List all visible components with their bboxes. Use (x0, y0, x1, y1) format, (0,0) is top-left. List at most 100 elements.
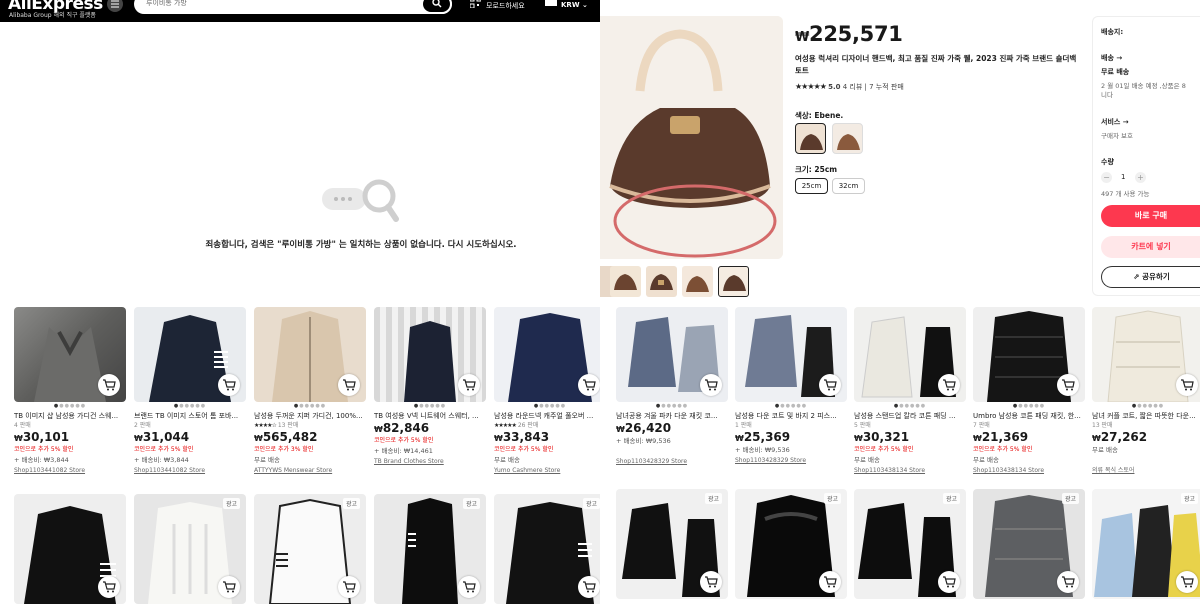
product-image[interactable] (735, 307, 847, 402)
product-card[interactable]: ●●●●●● 남성용 다운 코트 및 바지 2 피스... 1 판매 ₩25,3… (735, 307, 847, 465)
review-count[interactable]: 4 리뷰 (843, 83, 863, 91)
store-link[interactable]: TB Brand Clothes Store (374, 457, 486, 466)
product-card[interactable]: ●●●●●● 남성용 스탠드업 칼라 코튼 패딩 ... 5 판매 ₩30,32… (854, 307, 966, 475)
product-image[interactable]: 광고 (254, 494, 366, 604)
product-card[interactable]: 광고 (735, 489, 847, 599)
ship-to-label[interactable]: 배송지: (1101, 27, 1123, 37)
product-image[interactable] (254, 307, 366, 402)
add-to-cart-icon[interactable] (938, 374, 960, 396)
product-title[interactable]: 남성용 라운드넥 캐주얼 풀오버 ... (494, 411, 600, 421)
product-image[interactable]: 광고 (374, 494, 486, 604)
share-button[interactable]: ⇗ 공유하기 (1101, 266, 1200, 288)
search-input[interactable]: 루이비통 가방 (134, 0, 452, 14)
product-card[interactable]: 광고 (616, 489, 728, 599)
add-to-cart-icon[interactable] (819, 374, 841, 396)
product-card[interactable]: ●●●●●● 브랜드 TB 이미지 스토어 톰 포바... 2 판매 ₩31,0… (134, 307, 246, 475)
add-to-cart-icon[interactable] (218, 576, 240, 598)
product-image[interactable] (134, 307, 246, 402)
store-link[interactable]: Shop1103438134 Store (973, 466, 1085, 475)
product-card[interactable]: ●●●●●● 남성용 두꺼운 지퍼 가디건, 100%... ★★★★☆ 13 … (254, 307, 366, 475)
product-card[interactable]: 광고 (1092, 489, 1200, 599)
product-card[interactable]: ●●●●●● 남녀공용 겨울 파카 다운 재킷 코... ₩26,420 + 배… (616, 307, 728, 466)
add-to-cart-icon[interactable] (578, 576, 600, 598)
image-pager[interactable]: ●●●●●● (616, 402, 728, 411)
image-pager[interactable]: ●●●●●● (854, 402, 966, 411)
product-image[interactable] (616, 307, 728, 402)
product-image[interactable]: 광고 (494, 494, 600, 604)
quantity-decrease-button[interactable]: − (1101, 172, 1112, 183)
add-to-cart-icon[interactable] (700, 571, 722, 593)
add-to-cart-icon[interactable] (338, 374, 360, 396)
product-image[interactable]: 광고 (973, 489, 1085, 599)
image-pager[interactable]: ●●●●●● (254, 402, 366, 411)
product-title[interactable]: 남성용 두꺼운 지퍼 가디건, 100%... (254, 411, 366, 421)
thumbnail[interactable] (610, 266, 641, 297)
add-to-cart-icon[interactable] (1176, 571, 1198, 593)
shipping-link[interactable]: 배송 → (1101, 53, 1122, 63)
service-link[interactable]: 서비스 → (1101, 117, 1129, 127)
store-link[interactable]: Shop1103428329 Store (735, 456, 847, 465)
product-card[interactable]: 광고 (134, 494, 246, 604)
add-to-cart-icon[interactable] (1057, 374, 1079, 396)
store-link[interactable]: Shop1103428329 Store (616, 457, 728, 466)
product-card[interactable]: 광고 (494, 494, 600, 604)
add-to-cart-icon[interactable] (938, 571, 960, 593)
image-pager[interactable]: ●●●●●● (973, 402, 1085, 411)
product-card[interactable]: ●●●●●● TB 여성용 V넥 니트웨어 스웨터, ... ₩82,846 코… (374, 307, 486, 466)
product-image[interactable] (374, 307, 486, 402)
color-swatch[interactable] (832, 123, 863, 154)
product-card[interactable]: ●●●●●● 남성용 라운드넥 캐주얼 풀오버 ... ★★★★★ 26 판매 … (494, 307, 600, 475)
korea-flag-icon[interactable] (545, 0, 557, 6)
qr-code-icon[interactable] (470, 0, 481, 8)
product-image[interactable]: 광고 (616, 489, 728, 599)
size-option-selected[interactable]: 25cm (795, 178, 828, 194)
store-link[interactable]: Shop1103438134 Store (854, 466, 966, 475)
product-title[interactable]: 남녀공용 겨울 파카 다운 재킷 코... (616, 411, 728, 421)
product-image[interactable]: 광고 (735, 489, 847, 599)
product-title[interactable]: 남성용 다운 코트 및 바지 2 피스... (735, 411, 847, 421)
size-option[interactable]: 32cm (832, 178, 865, 194)
image-pager[interactable]: ●●●●●● (134, 402, 246, 411)
add-to-cart-icon[interactable] (700, 374, 722, 396)
currency-selector[interactable]: KRW ⌄ (561, 1, 588, 9)
buy-now-button[interactable]: 바로 구매 (1101, 205, 1200, 227)
product-title[interactable]: 남성용 스탠드업 칼라 코튼 패딩 ... (854, 411, 966, 421)
product-image[interactable]: 광고 (134, 494, 246, 604)
product-card[interactable]: 광고 (854, 489, 966, 599)
add-to-cart-icon[interactable] (458, 576, 480, 598)
product-image[interactable] (494, 307, 600, 402)
store-link[interactable]: Yumo Cashmere Store (494, 466, 600, 475)
store-link[interactable]: 의류 복식 스토어 (1092, 466, 1200, 475)
product-image[interactable] (973, 307, 1085, 402)
store-link[interactable]: Shop1103441082 Store (134, 466, 246, 475)
image-pager[interactable]: ●●●●●● (374, 402, 486, 411)
product-title[interactable]: 브랜드 TB 이미지 스토어 톰 포바... (134, 411, 246, 421)
store-link[interactable]: Shop1103441082 Store (14, 466, 126, 475)
add-to-cart-icon[interactable] (98, 374, 120, 396)
add-to-cart-icon[interactable] (98, 576, 120, 598)
product-title[interactable]: 남녀 커플 코트, 짧은 따뜻한 다운... (1092, 411, 1200, 421)
store-link[interactable]: ATTYYWS Menswear Store (254, 466, 366, 475)
product-title[interactable]: TB 이미지 샵 남성용 가디건 스웨... (14, 411, 126, 421)
thumbnail[interactable] (682, 266, 713, 297)
add-to-cart-icon[interactable] (458, 374, 480, 396)
quantity-increase-button[interactable]: + (1135, 172, 1146, 183)
product-title[interactable]: Umbro 남성용 코튼 패딩 재킷, 한... (973, 411, 1085, 421)
thumbnail-selected[interactable] (718, 266, 749, 297)
product-image[interactable] (854, 307, 966, 402)
product-image[interactable] (1092, 307, 1200, 402)
product-image[interactable] (14, 307, 126, 402)
image-pager[interactable]: ●●●●●● (494, 402, 600, 411)
download-app-link[interactable]: 모로드하세요 (486, 1, 525, 11)
product-card[interactable]: ●●●●●● 남녀 커플 코트, 짧은 따뜻한 다운... 13 판매 ₩27,… (1092, 307, 1200, 475)
product-card[interactable] (14, 494, 126, 604)
product-image[interactable]: 광고 (1092, 489, 1200, 599)
menu-icon[interactable] (107, 0, 123, 12)
product-title[interactable]: TB 여성용 V넥 니트웨어 스웨터, ... (374, 411, 486, 421)
color-swatch-selected[interactable] (795, 123, 826, 154)
product-card[interactable]: 광고 (973, 489, 1085, 599)
product-card[interactable]: 광고 (254, 494, 366, 604)
add-to-cart-icon[interactable] (338, 576, 360, 598)
thumbnail[interactable] (646, 266, 677, 297)
add-to-cart-button[interactable]: 카트에 넣기 (1101, 236, 1200, 258)
